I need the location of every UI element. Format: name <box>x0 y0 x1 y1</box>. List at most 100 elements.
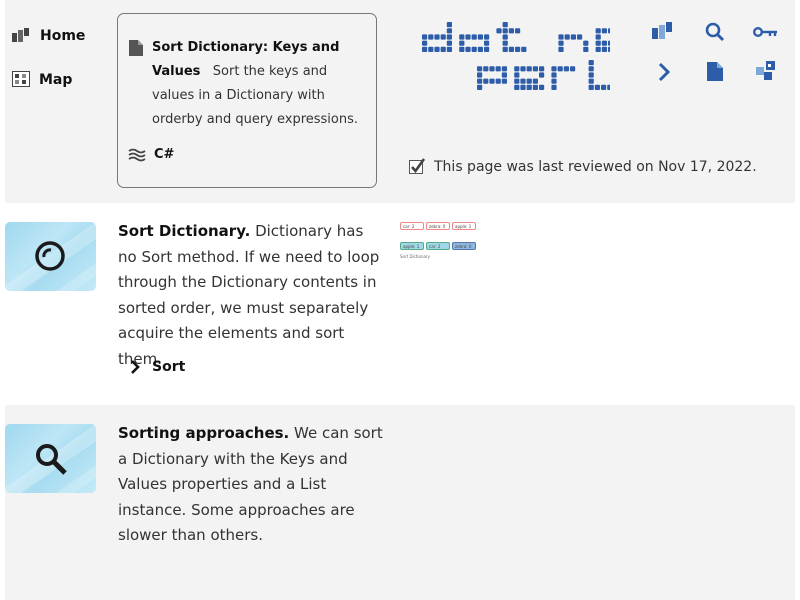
logo-dot <box>520 78 526 84</box>
logo-dot <box>422 40 428 46</box>
nav-map-link[interactable]: Map <box>12 71 72 88</box>
logo-dot <box>477 66 483 72</box>
logo-dot <box>459 40 465 46</box>
logo-dot <box>471 34 477 40</box>
logo-dot <box>558 40 564 46</box>
logo-dot <box>471 46 477 52</box>
logo-dot <box>601 46 607 52</box>
logo-dot <box>446 22 452 28</box>
checkbox-checked-icon <box>409 158 426 174</box>
review-text: This page was last reviewed on Nov 17, 2… <box>434 158 757 175</box>
logo-dot <box>477 78 483 84</box>
sort-diagram: car: 2 zebra: 0 apple: 1 apple: 1 car: 2… <box>400 222 480 262</box>
logo-dot <box>502 34 508 40</box>
logo-dot <box>440 34 446 40</box>
logo-dot <box>551 84 557 90</box>
logo-dot <box>521 46 527 52</box>
logo-dot <box>570 66 576 72</box>
logo-dot <box>484 40 490 46</box>
nav-home-link[interactable]: Home <box>12 28 85 44</box>
diagram-cell: car: 2 <box>400 222 424 230</box>
logo-dot <box>428 34 434 40</box>
logo-dot <box>607 84 610 90</box>
logo-dot <box>595 40 601 46</box>
logo-dot <box>484 34 490 40</box>
map-icon <box>12 71 30 87</box>
logo-dot <box>501 66 507 72</box>
logo-dot <box>502 40 508 46</box>
section-paragraph: Sort Dictionary. Dictionary has no Sort … <box>118 219 383 372</box>
chevron-right-icon <box>131 360 140 374</box>
logo-dot <box>551 66 557 72</box>
document-icon[interactable] <box>706 61 724 82</box>
logo-dot <box>514 78 520 84</box>
logo-dot <box>489 66 495 72</box>
squares-icon[interactable] <box>755 60 777 82</box>
logo-dot <box>563 66 569 72</box>
diagram-cell: zebra: 0 <box>452 242 476 250</box>
logo-dot <box>608 28 610 34</box>
home-icon <box>12 28 29 42</box>
article-card: Sort Dictionary: Keys and Values Sort th… <box>117 13 377 188</box>
logo-dot <box>551 78 557 84</box>
chevron-right-icon[interactable] <box>657 62 671 82</box>
logo-dot <box>477 46 483 52</box>
logo-dot <box>601 28 607 34</box>
logo-dot <box>459 46 465 52</box>
logo-dot <box>588 78 594 84</box>
logo-dot <box>551 72 557 78</box>
nav-home-label: Home <box>40 28 86 44</box>
sort-link[interactable]: Sort <box>130 359 185 375</box>
logo-dot <box>483 66 489 72</box>
logo-dot <box>583 46 589 52</box>
logo-dot <box>514 72 520 78</box>
logo-dot <box>495 66 501 72</box>
logo-dot <box>588 72 594 78</box>
search-icon[interactable] <box>705 22 725 42</box>
logo-dot <box>601 84 607 90</box>
logo-dot <box>477 34 483 40</box>
logo-dot <box>577 34 583 40</box>
logo-dot <box>502 28 508 34</box>
logo-dot <box>539 66 545 72</box>
logo-dot <box>570 34 576 40</box>
logo-dot <box>532 84 538 90</box>
logo-dot <box>526 78 532 84</box>
logo-dot <box>508 28 514 34</box>
diagram-cell: zebra: 0 <box>426 222 450 230</box>
sort-link-label: Sort <box>152 359 186 375</box>
site-logo[interactable] <box>420 22 610 90</box>
logo-dot <box>434 46 440 52</box>
key-icon[interactable] <box>753 25 779 39</box>
logo-dot <box>595 46 601 52</box>
logo-dot <box>558 46 564 52</box>
section-body: We can sort a Dictionary with the Keys a… <box>118 424 383 544</box>
logo-dot <box>601 40 607 46</box>
logo-dot <box>608 46 610 52</box>
section-body: Dictionary has no Sort method. If we nee… <box>118 222 380 368</box>
logo-dot <box>496 28 502 34</box>
logo-dot <box>564 34 570 40</box>
logo-dot <box>532 66 538 72</box>
logo-dot <box>608 40 610 46</box>
logo-dot <box>495 78 501 84</box>
review-notice: This page was last reviewed on Nov 17, 2… <box>409 158 757 175</box>
section-heading: Sort Dictionary. <box>118 222 251 240</box>
logo-dot <box>440 46 446 52</box>
logo-dot <box>501 72 507 78</box>
logo-dot <box>477 84 483 90</box>
blocks-icon[interactable] <box>652 22 676 42</box>
logo-dot <box>446 40 452 46</box>
logo-dot <box>514 84 520 90</box>
diagram-cell: apple: 1 <box>400 242 424 250</box>
logo-dot <box>539 72 545 78</box>
logo-dot <box>477 72 483 78</box>
logo-dot <box>428 46 434 52</box>
logo-dot <box>422 46 428 52</box>
waves-icon <box>128 148 146 161</box>
section-thumbnail <box>5 222 96 291</box>
logo-dot <box>502 46 508 52</box>
magnifier-icon <box>36 444 67 475</box>
logo-dot <box>446 28 452 34</box>
logo-dot <box>532 78 538 84</box>
